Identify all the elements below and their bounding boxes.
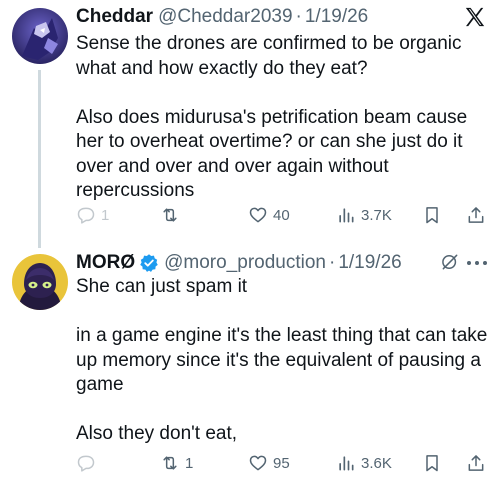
- views-bar-chart-icon: [339, 208, 354, 223]
- share-icon: [468, 207, 484, 223]
- views-bar-chart-icon: [339, 456, 354, 471]
- verified-badge-icon: [140, 254, 158, 272]
- heart-icon: [249, 207, 267, 223]
- share-button[interactable]: [466, 450, 486, 476]
- action-bar: 1 40 3.7K: [0, 202, 500, 228]
- like-count: 40: [273, 206, 290, 224]
- author-handle[interactable]: @Cheddar2039: [158, 6, 292, 28]
- share-button[interactable]: [466, 202, 486, 228]
- heart-icon: [249, 455, 267, 471]
- bookmark-icon: [426, 207, 438, 224]
- retweet-count: 1: [185, 454, 194, 472]
- avatar[interactable]: [12, 254, 68, 310]
- bookmark-button[interactable]: [422, 202, 442, 228]
- separator-dot: ·: [328, 252, 336, 273]
- author-handle[interactable]: @moro_production: [164, 252, 326, 274]
- retweet-button[interactable]: 1: [160, 450, 193, 476]
- retweet-button[interactable]: [160, 202, 185, 228]
- tweet-header: Cheddar @Cheddar2039 · 1/19/26: [76, 4, 368, 30]
- tweet-date[interactable]: 1/19/26: [338, 252, 401, 274]
- tweet-cheddar[interactable]: Cheddar @Cheddar2039 · 1/19/26 Sense the…: [0, 0, 500, 248]
- avatar[interactable]: [12, 8, 68, 64]
- views-button[interactable]: 3.6K: [336, 450, 392, 476]
- tweet-header: MORØ @moro_production · 1/19/26: [76, 250, 402, 276]
- reply-button[interactable]: [76, 450, 101, 476]
- tweet-date[interactable]: 1/19/26: [305, 6, 368, 28]
- view-count: 3.7K: [361, 206, 392, 224]
- like-count: 95: [273, 454, 290, 472]
- tweet-text: Sense the drones are confirmed to be org…: [76, 33, 468, 201]
- tweet-moro[interactable]: MORØ @moro_production · 1/19/26 She can …: [0, 240, 500, 480]
- grok-icon[interactable]: [440, 252, 460, 272]
- reply-button[interactable]: 1: [76, 202, 109, 228]
- separator-dot: ·: [295, 6, 302, 27]
- tweet-text: She can just spam it in a game engine it…: [76, 276, 488, 444]
- more-dots-icon[interactable]: [466, 260, 488, 266]
- like-button[interactable]: 95: [248, 450, 290, 476]
- bookmark-button[interactable]: [422, 450, 442, 476]
- view-count: 3.6K: [361, 454, 392, 472]
- action-bar: 1 95 3.6K: [0, 450, 500, 476]
- author-name[interactable]: MORØ: [76, 252, 135, 274]
- retweet-icon: [163, 208, 177, 222]
- retweet-icon: [163, 456, 177, 470]
- author-name[interactable]: Cheddar: [76, 6, 153, 28]
- reply-icon: [77, 455, 95, 472]
- x-logo-icon[interactable]: [464, 6, 486, 28]
- views-button[interactable]: 3.7K: [336, 202, 392, 228]
- bookmark-icon: [426, 455, 438, 472]
- like-button[interactable]: 40: [248, 202, 290, 228]
- share-icon: [468, 455, 484, 471]
- reply-icon: [77, 207, 95, 224]
- reply-count: 1: [101, 206, 110, 224]
